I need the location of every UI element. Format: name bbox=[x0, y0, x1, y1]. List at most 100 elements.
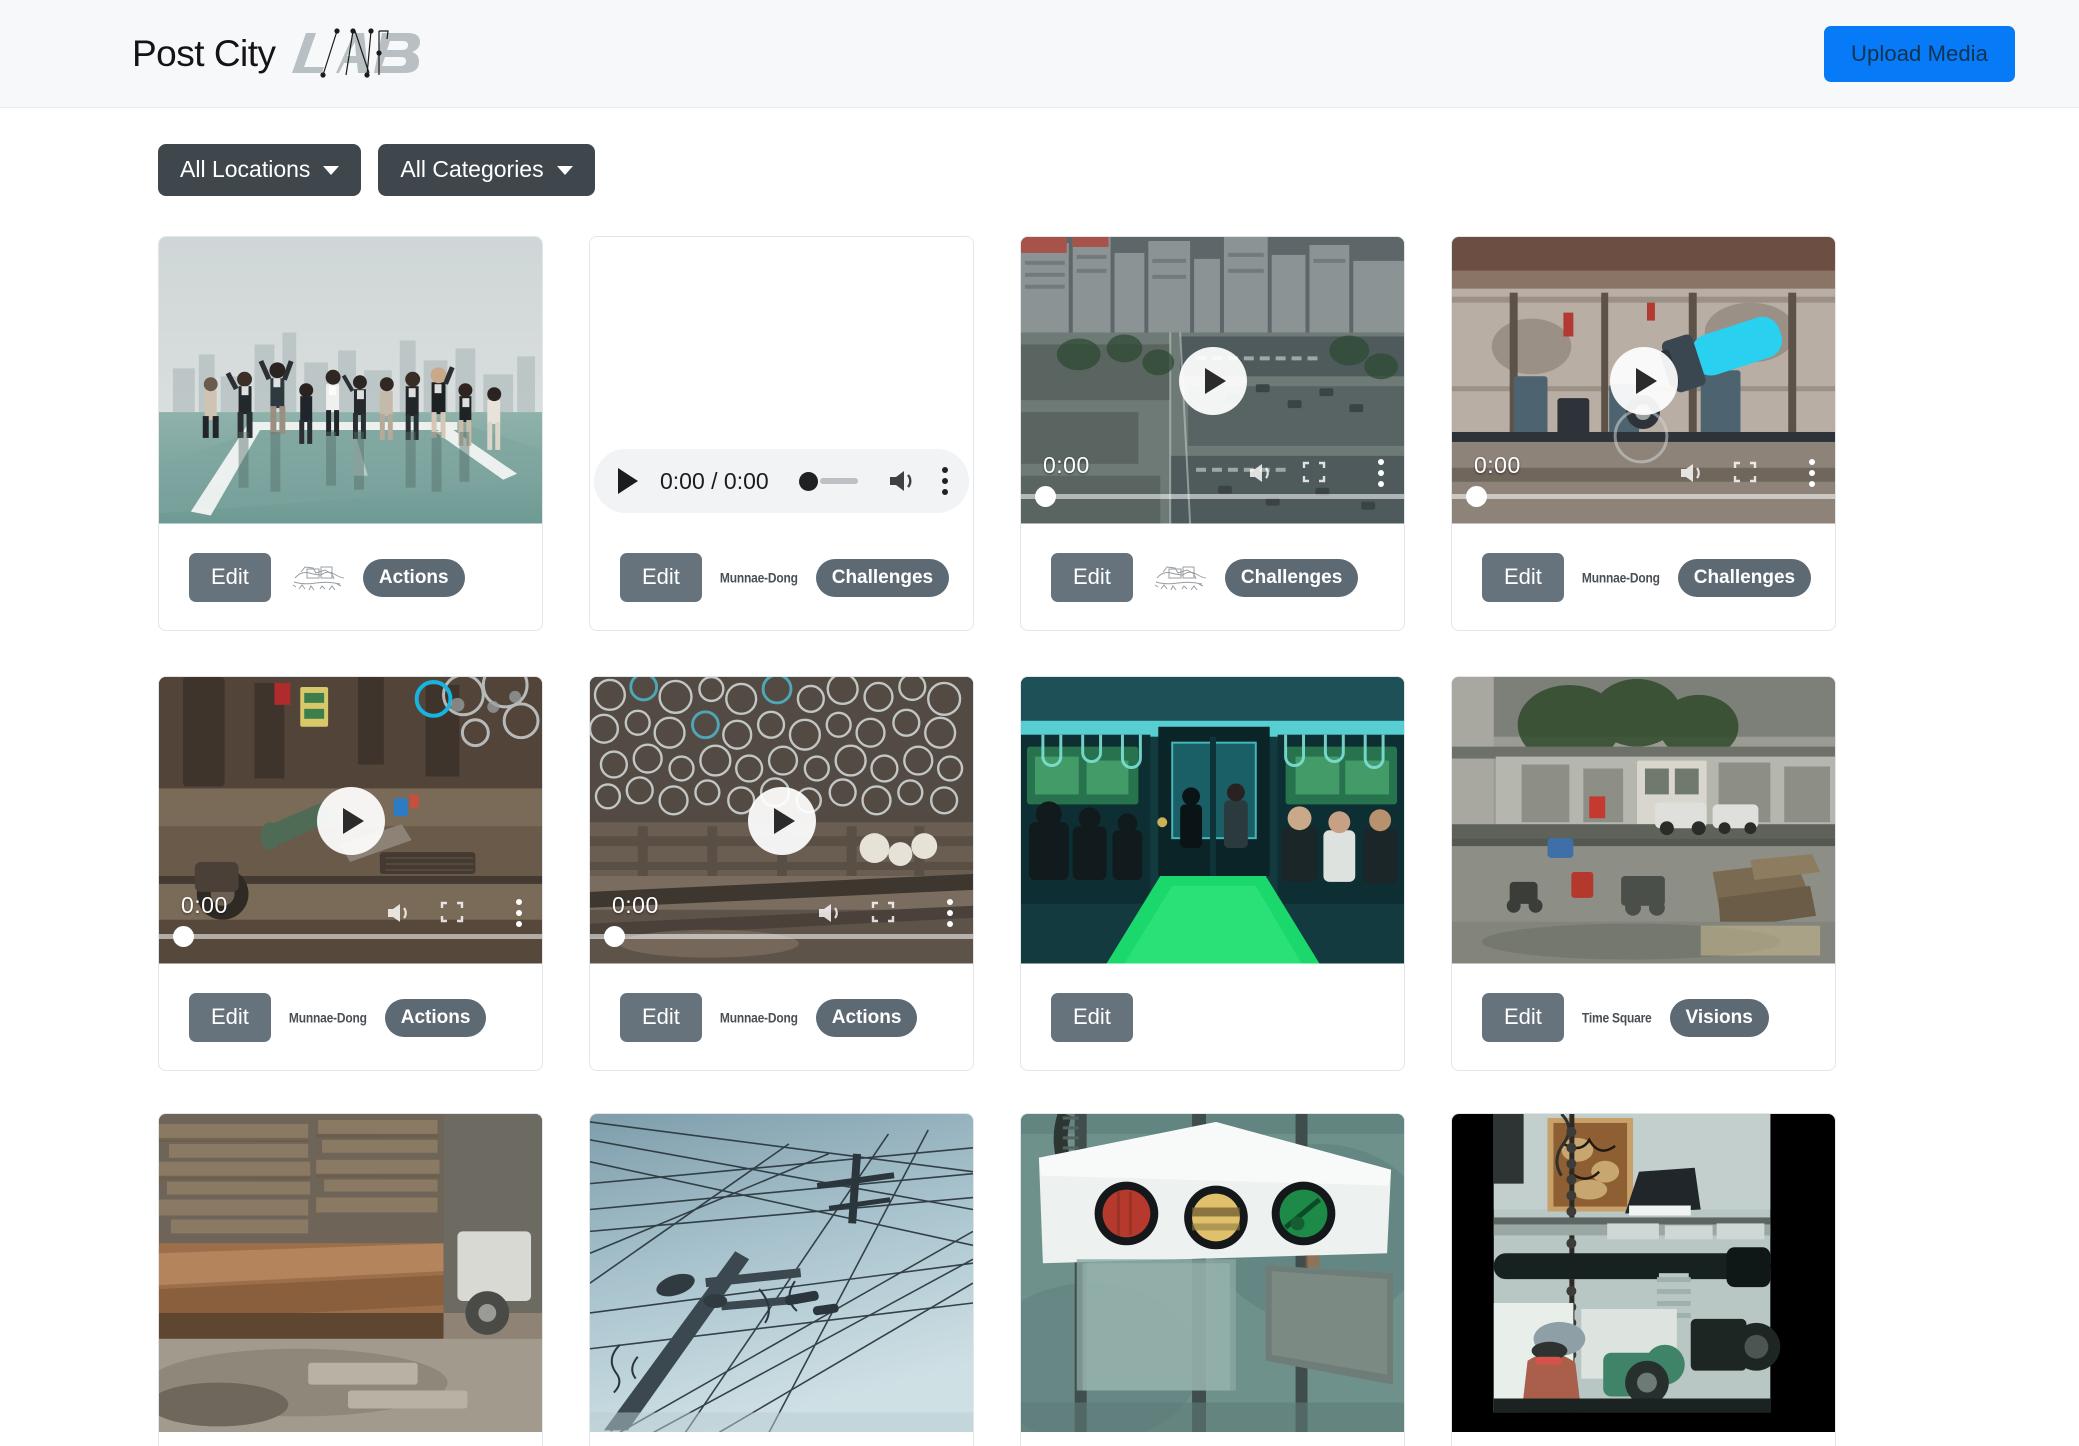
video-progress-knob[interactable] bbox=[604, 926, 625, 947]
brand-name: Post City bbox=[132, 33, 276, 75]
media-grid: Edit Actions 0:00 / 0:00 bbox=[0, 196, 2079, 1071]
card-media-video[interactable]: 0:00 bbox=[1021, 237, 1404, 525]
street-overpass-photo bbox=[1452, 677, 1835, 964]
video-progress-bar[interactable] bbox=[1452, 494, 1835, 499]
fullscreen-icon[interactable] bbox=[1302, 461, 1326, 483]
card-footer bbox=[1452, 1434, 1835, 1446]
card-media-video[interactable]: 0:00 bbox=[590, 677, 973, 965]
video-progress-bar[interactable] bbox=[1021, 494, 1404, 499]
media-card[interactable]: Edit Time Square Visions bbox=[1451, 676, 1836, 1071]
card-footer: Edit Actions bbox=[159, 525, 542, 630]
media-card[interactable]: 0:00 Edit Munnae-Dong Actions bbox=[158, 676, 543, 1071]
chevron-down-icon bbox=[557, 166, 573, 175]
top-navbar: Post City Upload Media bbox=[0, 0, 2079, 108]
card-media-thumbnail[interactable] bbox=[1021, 1114, 1404, 1434]
audio-time-display: 0:00 / 0:00 bbox=[660, 468, 769, 495]
all-locations-dropdown[interactable]: All Locations bbox=[158, 144, 361, 196]
audio-progress-slider[interactable] bbox=[799, 472, 858, 491]
play-button[interactable] bbox=[748, 787, 816, 855]
media-card[interactable]: Edit Actions bbox=[158, 236, 543, 631]
location-label: Munnae-Dong bbox=[720, 1009, 798, 1025]
category-badge[interactable]: Challenges bbox=[1225, 559, 1358, 597]
media-card[interactable] bbox=[158, 1113, 543, 1446]
fullscreen-icon[interactable] bbox=[1733, 461, 1757, 483]
edit-button[interactable]: Edit bbox=[1051, 993, 1133, 1042]
fullscreen-icon[interactable] bbox=[871, 901, 895, 923]
kebab-menu-icon[interactable] bbox=[1378, 459, 1384, 487]
play-button[interactable] bbox=[1610, 347, 1678, 415]
play-button[interactable] bbox=[317, 787, 385, 855]
card-footer: Edit Challenges bbox=[1021, 525, 1404, 630]
edit-button[interactable]: Edit bbox=[1482, 993, 1564, 1042]
media-card[interactable] bbox=[1451, 1113, 1836, 1446]
card-footer: Edit Munnae-Dong Challenges bbox=[590, 525, 973, 630]
video-progress-bar[interactable] bbox=[590, 934, 973, 939]
edit-button[interactable]: Edit bbox=[1051, 553, 1133, 602]
video-time-display: 0:00 bbox=[181, 892, 228, 919]
card-media-thumbnail[interactable] bbox=[1452, 677, 1835, 965]
video-progress-knob[interactable] bbox=[173, 926, 194, 947]
play-button[interactable] bbox=[1179, 347, 1247, 415]
card-footer: Edit Time Square Visions bbox=[1452, 965, 1835, 1070]
card-footer bbox=[1021, 1434, 1404, 1446]
media-card[interactable] bbox=[589, 1113, 974, 1446]
card-footer bbox=[159, 1434, 542, 1446]
kebab-menu-icon[interactable] bbox=[1809, 459, 1815, 487]
card-media-thumbnail[interactable] bbox=[590, 1114, 973, 1434]
location-label: Munnae-Dong bbox=[289, 1009, 367, 1025]
video-progress-bar[interactable] bbox=[159, 934, 542, 939]
card-media-audio[interactable]: 0:00 / 0:00 bbox=[590, 237, 973, 525]
edit-button[interactable]: Edit bbox=[1482, 553, 1564, 602]
video-progress-knob[interactable] bbox=[1035, 486, 1056, 507]
location-label: Munnae-Dong bbox=[1582, 569, 1660, 585]
video-time-display: 0:00 bbox=[1474, 452, 1521, 479]
video-time-display: 0:00 bbox=[612, 892, 659, 919]
category-badge[interactable]: Actions bbox=[816, 999, 918, 1037]
kebab-menu-icon[interactable] bbox=[942, 467, 948, 495]
card-footer: Edit Munnae-Dong Actions bbox=[590, 965, 973, 1070]
volume-icon[interactable] bbox=[1248, 461, 1276, 485]
category-badge[interactable]: Challenges bbox=[816, 559, 949, 597]
audio-progress-track[interactable] bbox=[820, 478, 858, 484]
card-media-video[interactable]: 0:00 bbox=[159, 677, 542, 965]
media-card[interactable]: 0:00 Edit Munnae-Dong Actions bbox=[589, 676, 974, 1071]
category-badge[interactable]: Challenges bbox=[1678, 559, 1811, 597]
brand-logo[interactable]: Post City bbox=[132, 23, 276, 85]
location-label: Time Square bbox=[1582, 1009, 1652, 1025]
all-locations-label: All Locations bbox=[180, 158, 310, 181]
media-card[interactable] bbox=[1020, 1113, 1405, 1446]
media-card[interactable]: 0:00 Edit bbox=[1020, 236, 1405, 631]
card-media-video[interactable]: 0:00 bbox=[1452, 237, 1835, 525]
all-categories-label: All Categories bbox=[400, 158, 543, 181]
media-card[interactable]: 0:00 / 0:00 Edit Munnae-Dong Challenges bbox=[589, 236, 974, 631]
edit-button[interactable]: Edit bbox=[189, 993, 271, 1042]
edit-button[interactable]: Edit bbox=[189, 553, 271, 602]
card-media-thumbnail[interactable] bbox=[1021, 677, 1404, 965]
volume-icon[interactable] bbox=[1679, 461, 1707, 485]
category-badge[interactable]: Visions bbox=[1670, 999, 1769, 1037]
all-categories-dropdown[interactable]: All Categories bbox=[378, 144, 594, 196]
worker-machine-shop-photo bbox=[1452, 1114, 1835, 1432]
volume-icon[interactable] bbox=[888, 468, 918, 494]
audio-player-controls[interactable]: 0:00 / 0:00 bbox=[594, 449, 969, 513]
edit-button[interactable]: Edit bbox=[620, 993, 702, 1042]
rooftop-jump-photo bbox=[159, 237, 542, 524]
card-media-thumbnail[interactable] bbox=[159, 237, 542, 525]
category-badge[interactable]: Actions bbox=[363, 559, 465, 597]
card-media-thumbnail[interactable] bbox=[1452, 1114, 1835, 1434]
video-progress-knob[interactable] bbox=[1466, 486, 1487, 507]
play-icon[interactable] bbox=[618, 468, 638, 494]
volume-icon[interactable] bbox=[817, 901, 845, 925]
fullscreen-icon[interactable] bbox=[440, 901, 464, 923]
edit-button[interactable]: Edit bbox=[620, 553, 702, 602]
volume-icon[interactable] bbox=[386, 901, 414, 925]
card-footer: Edit bbox=[1021, 965, 1404, 1070]
card-media-thumbnail[interactable] bbox=[159, 1114, 542, 1434]
category-badge[interactable]: Actions bbox=[385, 999, 487, 1037]
audio-progress-knob[interactable] bbox=[799, 472, 818, 491]
kebab-menu-icon[interactable] bbox=[947, 899, 953, 927]
upload-media-button[interactable]: Upload Media bbox=[1824, 26, 2015, 82]
media-card[interactable]: 0:00 Edit Munnae-Dong Challenges bbox=[1451, 236, 1836, 631]
media-card[interactable]: Edit bbox=[1020, 676, 1405, 1071]
kebab-menu-icon[interactable] bbox=[516, 899, 522, 927]
